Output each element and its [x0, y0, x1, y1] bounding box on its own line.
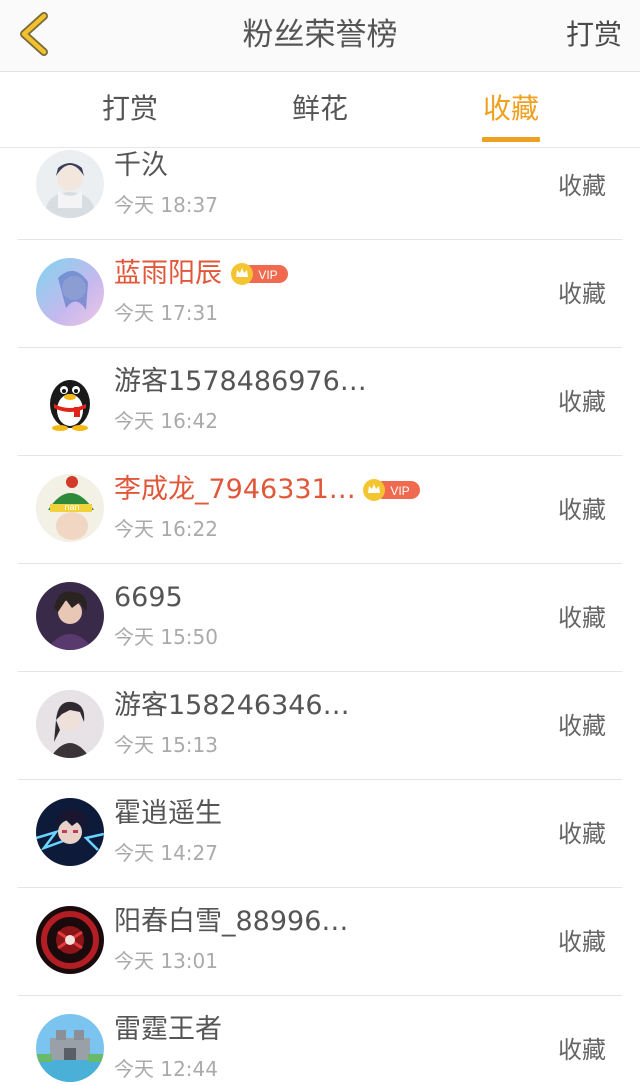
list-item[interactable]: 雷霆王者 今天 12:44 收藏 — [0, 996, 640, 1085]
back-button[interactable] — [10, 10, 58, 58]
avatar — [36, 798, 104, 866]
avatar — [36, 690, 104, 758]
favorite-button[interactable]: 收藏 — [558, 598, 606, 638]
page-title: 粉丝荣誉榜 — [242, 17, 398, 53]
vip-badge: VIP — [230, 262, 290, 286]
favorite-button[interactable]: 收藏 — [558, 814, 606, 854]
favorite-button[interactable]: 收藏 — [558, 706, 606, 746]
qq-penguin-icon — [36, 366, 104, 434]
tab-flowers[interactable]: 鲜花 — [250, 72, 390, 148]
username: 千汣 — [114, 150, 168, 181]
timestamp: 今天 12:44 — [114, 1057, 218, 1081]
username: 李成龙_7946331… — [114, 474, 356, 505]
username: 游客1578486976… — [114, 366, 367, 397]
reward-button[interactable]: 打赏 — [566, 0, 622, 72]
favorite-button[interactable]: 收藏 — [558, 490, 606, 530]
avatar — [36, 906, 104, 974]
vip-label: VIP — [258, 268, 277, 282]
fan-list[interactable]: 千汣 今天 18:37 收藏 蓝雨阳辰 VIP 今天 17:31 收藏 游客15… — [0, 148, 640, 1085]
timestamp: 今天 17:31 — [114, 301, 218, 325]
list-item[interactable]: 蓝雨阳辰 VIP 今天 17:31 收藏 — [0, 240, 640, 348]
favorite-button[interactable]: 收藏 — [558, 1030, 606, 1070]
favorite-button[interactable]: 收藏 — [558, 922, 606, 962]
list-item[interactable]: nan 李成龙_7946331… VIP 今天 16:22 收藏 — [0, 456, 640, 564]
avatar — [36, 366, 104, 434]
vip-badge: VIP — [362, 478, 422, 502]
favorite-button[interactable]: 收藏 — [558, 166, 606, 206]
timestamp: 今天 13:01 — [114, 949, 218, 973]
timestamp: 今天 16:42 — [114, 409, 218, 433]
avatar — [36, 582, 104, 650]
favorite-button[interactable]: 收藏 — [558, 382, 606, 422]
top-nav-bar: 粉丝荣誉榜 打赏 — [0, 0, 640, 72]
avatar — [36, 258, 104, 326]
avatar — [36, 150, 104, 218]
svg-text:nan: nan — [64, 502, 79, 512]
timestamp: 今天 15:13 — [114, 733, 218, 757]
active-tab-indicator — [482, 137, 540, 142]
list-item[interactable]: 千汣 今天 18:37 收藏 — [0, 148, 640, 240]
tab-reward[interactable]: 打赏 — [60, 72, 200, 148]
favorite-button[interactable]: 收藏 — [558, 274, 606, 314]
list-item[interactable]: 游客158246346… 今天 15:13 收藏 — [0, 672, 640, 780]
avatar — [36, 1014, 104, 1082]
username: 蓝雨阳辰 — [114, 258, 222, 289]
avatar: nan — [36, 474, 104, 542]
list-item[interactable]: 游客1578486976… 今天 16:42 收藏 — [0, 348, 640, 456]
timestamp: 今天 15:50 — [114, 625, 218, 649]
username: 游客158246346… — [114, 690, 350, 721]
chevron-left-icon — [20, 12, 48, 56]
list-item[interactable]: 阳春白雪_88996… 今天 13:01 收藏 — [0, 888, 640, 996]
username: 阳春白雪_88996… — [114, 906, 349, 937]
username: 6695 — [114, 582, 183, 613]
vip-label: VIP — [390, 484, 409, 498]
timestamp: 今天 16:22 — [114, 517, 218, 541]
list-item[interactable]: 霍逍遥生 今天 14:27 收藏 — [0, 780, 640, 888]
timestamp: 今天 18:37 — [114, 193, 218, 217]
username: 霍逍遥生 — [114, 798, 222, 829]
tab-bar: 打赏 鲜花 收藏 — [0, 72, 640, 148]
username: 雷霆王者 — [114, 1014, 222, 1045]
timestamp: 今天 14:27 — [114, 841, 218, 865]
list-item[interactable]: 6695 今天 15:50 收藏 — [0, 564, 640, 672]
